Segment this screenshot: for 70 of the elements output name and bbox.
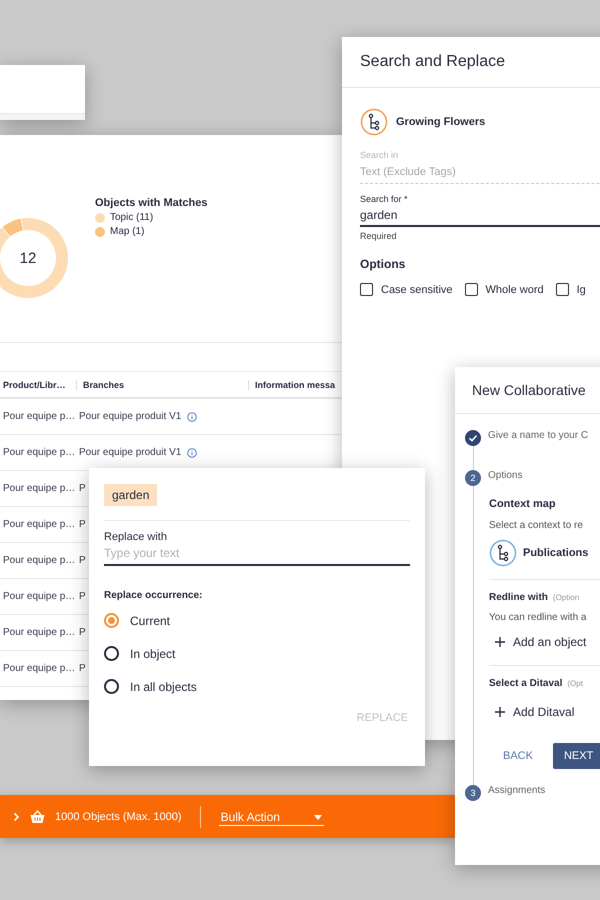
- legend-dot: [95, 212, 105, 222]
- table-cell: Pour equipe p…: [3, 555, 76, 566]
- table-cell: P: [79, 555, 86, 566]
- plus-icon: [495, 707, 505, 717]
- object-count: 1000 Objects (Max. 1000): [55, 810, 182, 822]
- step-label: Assignments: [488, 785, 546, 798]
- table-cell: Pour equipe produit V1: [79, 411, 182, 422]
- table-cell: P: [79, 483, 86, 494]
- search-in-value: Text (Exclude Tags): [360, 166, 457, 178]
- step-label: Give a name to your C: [488, 430, 588, 443]
- radio-label: In object: [130, 646, 176, 660]
- dialog-title: New Collaborative: [472, 382, 586, 398]
- step-number: 3: [465, 785, 481, 801]
- table-cell: Pour equipe p…: [3, 663, 76, 674]
- table-cell: Pour equipe p…: [3, 627, 76, 638]
- add-object-button[interactable]: Add an object: [489, 631, 592, 653]
- section-title: Replace occurrence:: [104, 590, 204, 601]
- next-button[interactable]: NEXT: [552, 743, 600, 769]
- radio-button[interactable]: [104, 646, 119, 661]
- section-text: Select a context to re: [489, 520, 584, 531]
- section-title: Select a Ditaval: [489, 678, 562, 689]
- chart-title: Objects with Matches: [95, 197, 208, 209]
- step-label: Options: [488, 470, 522, 483]
- section-text: You can redline with a: [489, 612, 588, 623]
- checkbox[interactable]: [360, 283, 373, 296]
- caret-icon: [314, 814, 322, 820]
- checkbox-label: Case sensitive: [381, 284, 453, 296]
- helper-text: Required: [360, 231, 398, 241]
- radio-button[interactable]: [104, 613, 119, 628]
- table-cell: P: [79, 663, 86, 674]
- checkbox[interactable]: [464, 283, 478, 296]
- legend-label: Topic (11): [110, 212, 154, 223]
- add-ditaval-button[interactable]: Add Ditaval: [489, 701, 580, 723]
- table-cell: P: [79, 591, 86, 602]
- match-highlight: garden: [104, 484, 158, 506]
- field-label: Search in: [360, 150, 400, 160]
- section-title: Options: [360, 257, 406, 271]
- optional-note: (Opt: [567, 679, 583, 688]
- search-field[interactable]: Search for * garden: [360, 194, 600, 227]
- field-label: Replace with: [104, 531, 168, 543]
- table-cell: Pour equipe p…: [3, 519, 76, 530]
- basket-icon: [30, 810, 45, 824]
- back-button[interactable]: BACK: [489, 743, 547, 769]
- radio-button[interactable]: [104, 679, 119, 694]
- step-number: 2: [465, 470, 481, 486]
- legend-dot: [95, 226, 105, 236]
- section-title: Context map: [489, 498, 557, 510]
- table-cell: P: [79, 519, 86, 530]
- table-cell: Pour equipe p…: [3, 447, 76, 458]
- table-cell: Pour equipe produit V1: [79, 447, 182, 458]
- column-header: Product/Libr…: [2, 380, 66, 390]
- legend-label: Map (1): [110, 226, 144, 237]
- checkbox-label: Ig: [576, 284, 586, 296]
- object-name: Growing Flowers: [396, 116, 486, 128]
- object-name: Publications: [523, 547, 588, 559]
- plus-icon: [495, 637, 505, 647]
- chevron-right-icon[interactable]: [13, 812, 20, 822]
- checkbox-label: Whole word: [486, 284, 544, 296]
- checkbox[interactable]: [556, 283, 569, 296]
- donut-total: 12: [20, 250, 36, 266]
- radio-label: Current: [130, 614, 170, 628]
- dialog-title: Search and Replace: [360, 53, 505, 71]
- column-header: Branches: [76, 380, 248, 390]
- radio-label: In all objects: [130, 680, 197, 694]
- optional-note: (Option: [552, 593, 580, 602]
- table-cell: P: [79, 627, 86, 638]
- table-cell: Pour equipe p…: [3, 591, 76, 602]
- section-title: Redline with: [489, 592, 548, 603]
- table-cell: Pour equipe p…: [3, 483, 76, 494]
- table-cell: Pour equipe p…: [3, 411, 76, 422]
